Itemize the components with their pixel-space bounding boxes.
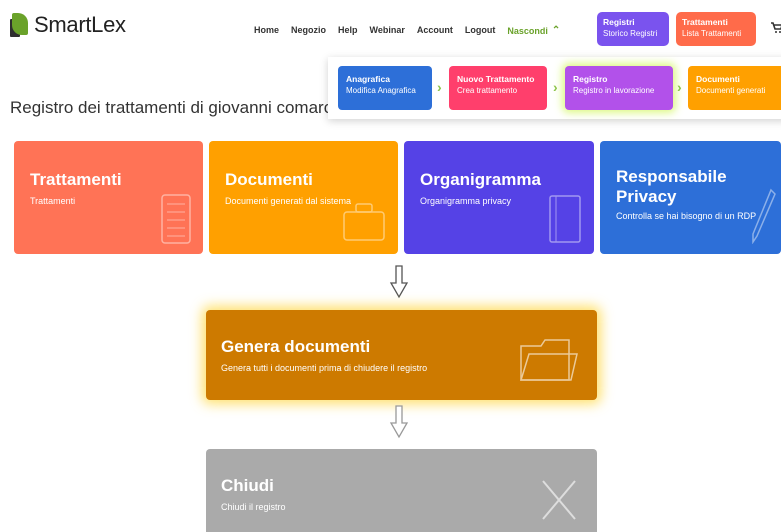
step-registro[interactable]: Registro Registro in lavorazione <box>565 66 673 110</box>
step-subtitle: Registro in lavorazione <box>573 86 655 95</box>
card-title: Documenti <box>225 170 313 189</box>
chevron-right-icon: › <box>677 79 682 95</box>
step-nuovo-trattamento[interactable]: Nuovo Trattamento Crea trattamento <box>449 66 547 110</box>
card-title: Organigramma <box>420 170 541 189</box>
chiudi-button[interactable]: Chiudi Chiudi il registro <box>206 449 597 532</box>
step-title: Nuovo Trattamento <box>457 74 535 84</box>
smartlex-logo[interactable]: SmartLex <box>10 12 126 38</box>
card-title: Trattamenti <box>30 170 122 189</box>
brand-name: SmartLex <box>34 12 126 37</box>
trattamenti-subtitle: Lista Trattamenti <box>682 29 742 38</box>
step-subtitle: Modifica Anagrafica <box>346 86 416 95</box>
chiudi-desc: Chiudi il registro <box>221 502 286 512</box>
nav-home[interactable]: Home <box>254 25 279 36</box>
workflow-popup: Anagrafica Modifica Anagrafica › Nuovo T… <box>328 57 781 119</box>
nav-logout[interactable]: Logout <box>465 25 496 36</box>
card-desc: Controlla se hai bisogno di un RDP <box>616 211 757 221</box>
pen-icon <box>752 188 776 244</box>
logo-icon <box>10 13 32 37</box>
registri-title: Registri <box>603 17 635 27</box>
card-documenti[interactable]: Documenti Documenti generati dal sistema <box>209 141 398 254</box>
down-arrow-icon <box>389 265 409 305</box>
card-title: Responsabile Privacy <box>616 167 727 206</box>
top-header: SmartLex Home Negozio Help Webinar Accou… <box>0 0 781 58</box>
step-title: Registro <box>573 74 608 84</box>
nascondi-toggle[interactable]: Nascondi ⌃ <box>507 25 560 36</box>
genera-documenti-button[interactable]: Genera documenti Genera tutti i document… <box>206 310 597 400</box>
registri-button[interactable]: Registri Storico Registri <box>597 12 669 46</box>
checklist-icon <box>161 194 191 244</box>
cart-icon[interactable] <box>771 22 781 37</box>
chiudi-title: Chiudi <box>221 476 274 495</box>
step-subtitle: Documenti generati <box>696 86 766 95</box>
step-documenti[interactable]: Documenti Documenti generati <box>688 66 781 110</box>
page-title: Registro dei trattamenti di giovanni com… <box>10 98 342 117</box>
step-title: Anagrafica <box>346 74 390 84</box>
folder-icon <box>519 339 578 381</box>
down-arrow-icon <box>389 405 409 445</box>
card-trattamenti[interactable]: Trattamenti Trattamenti <box>14 141 203 254</box>
notebook-icon <box>549 195 581 243</box>
nascondi-label: Nascondi <box>507 25 548 36</box>
step-subtitle: Crea trattamento <box>457 86 518 95</box>
chevron-right-icon: › <box>553 79 558 95</box>
nav-account[interactable]: Account <box>417 25 453 36</box>
trattamenti-title: Trattamenti <box>682 17 728 27</box>
step-anagrafica[interactable]: Anagrafica Modifica Anagrafica <box>338 66 432 110</box>
nav-webinar[interactable]: Webinar <box>370 25 405 36</box>
x-icon <box>542 480 576 520</box>
card-organigramma[interactable]: Organigramma Organigramma privacy <box>404 141 594 254</box>
chevron-right-icon: › <box>437 79 442 95</box>
step-title: Documenti <box>696 74 740 84</box>
main-nav: Home Negozio Help Webinar Account Logout… <box>254 25 560 36</box>
nav-negozio[interactable]: Negozio <box>291 25 326 36</box>
nav-help[interactable]: Help <box>338 25 358 36</box>
trattamenti-button[interactable]: Trattamenti Lista Trattamenti <box>676 12 756 46</box>
registri-subtitle: Storico Registri <box>603 29 658 38</box>
chevron-up-icon: ⌃ <box>551 25 561 36</box>
briefcase-icon <box>343 203 385 241</box>
card-responsabile-privacy[interactable]: Responsabile Privacy Controlla se hai bi… <box>600 141 781 254</box>
